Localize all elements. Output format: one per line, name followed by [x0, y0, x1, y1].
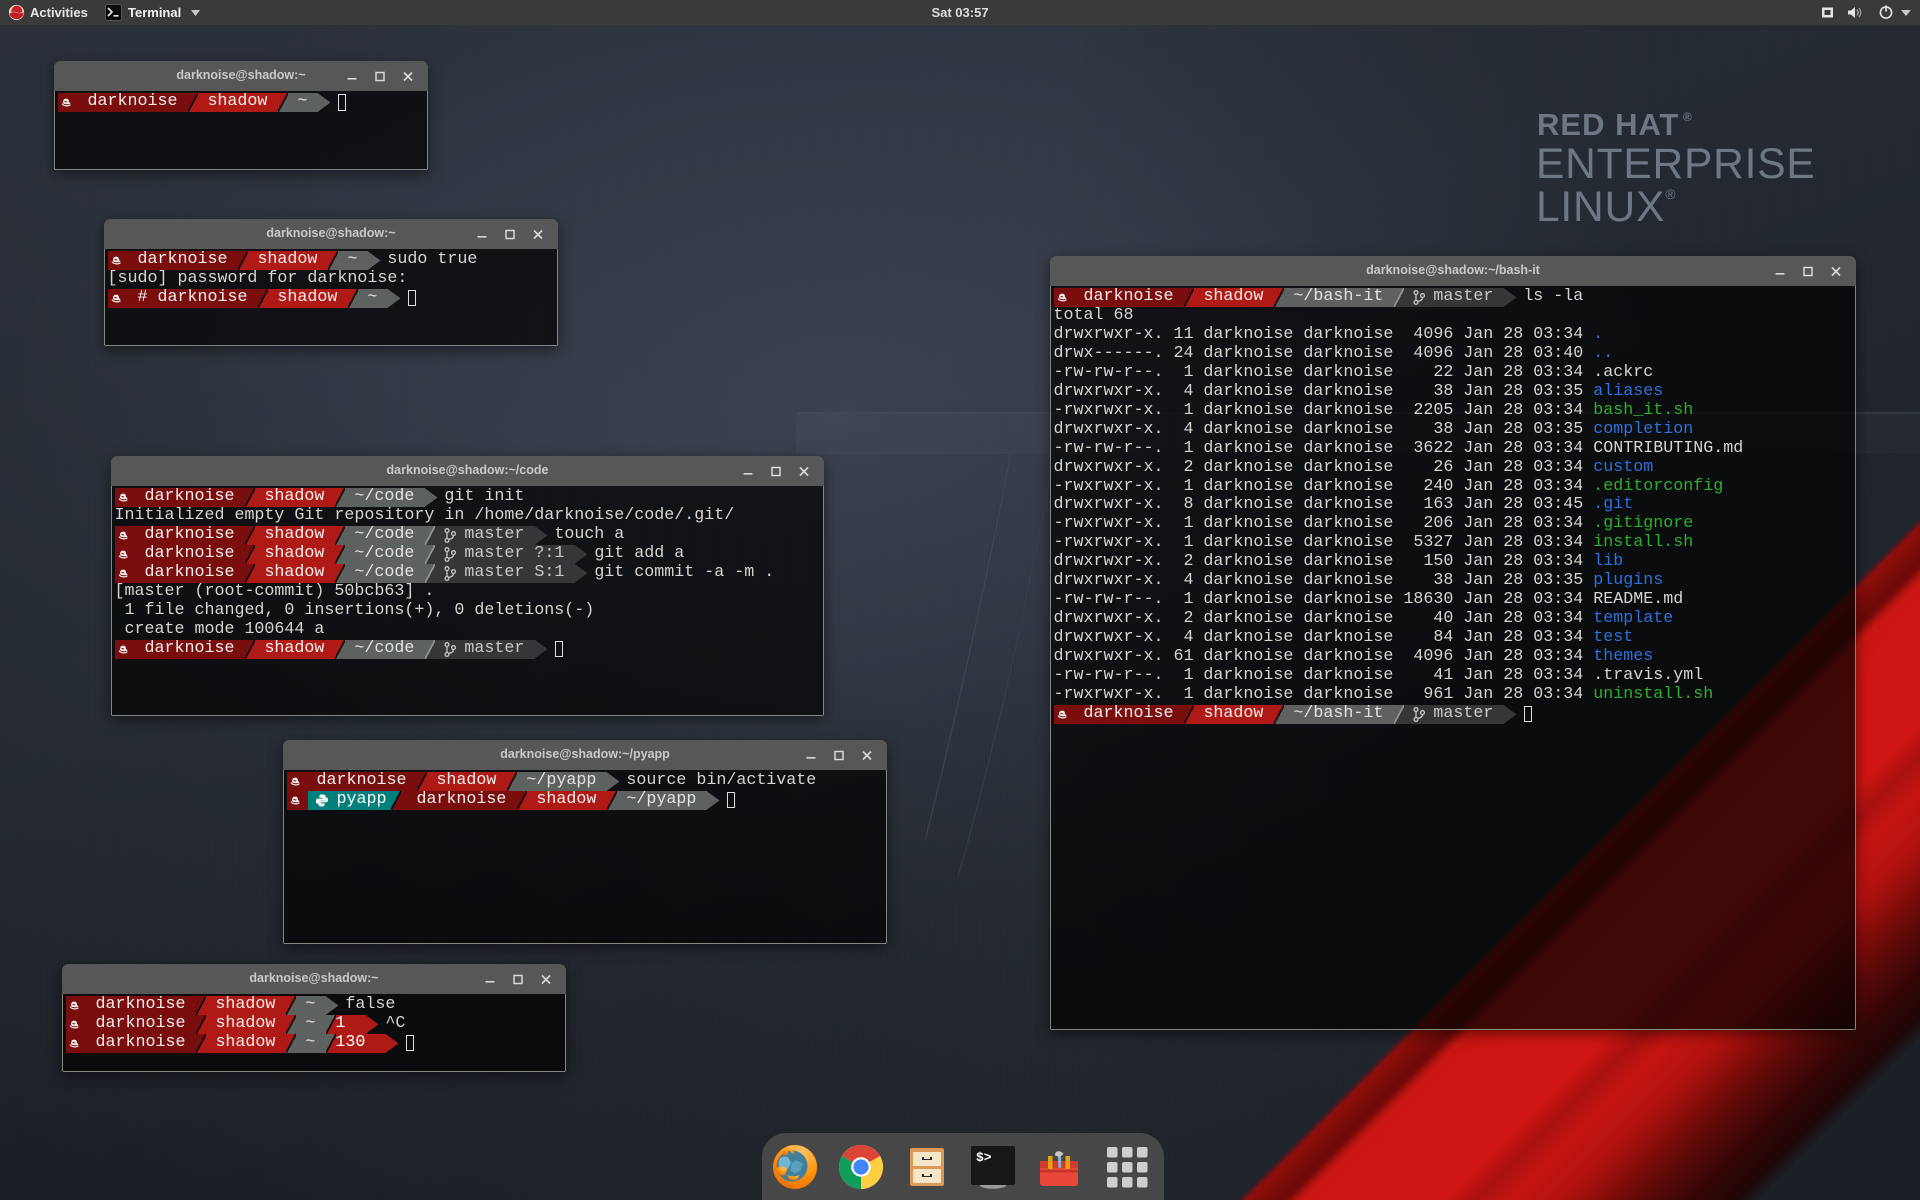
svg-text:$>: $> [976, 1150, 992, 1165]
